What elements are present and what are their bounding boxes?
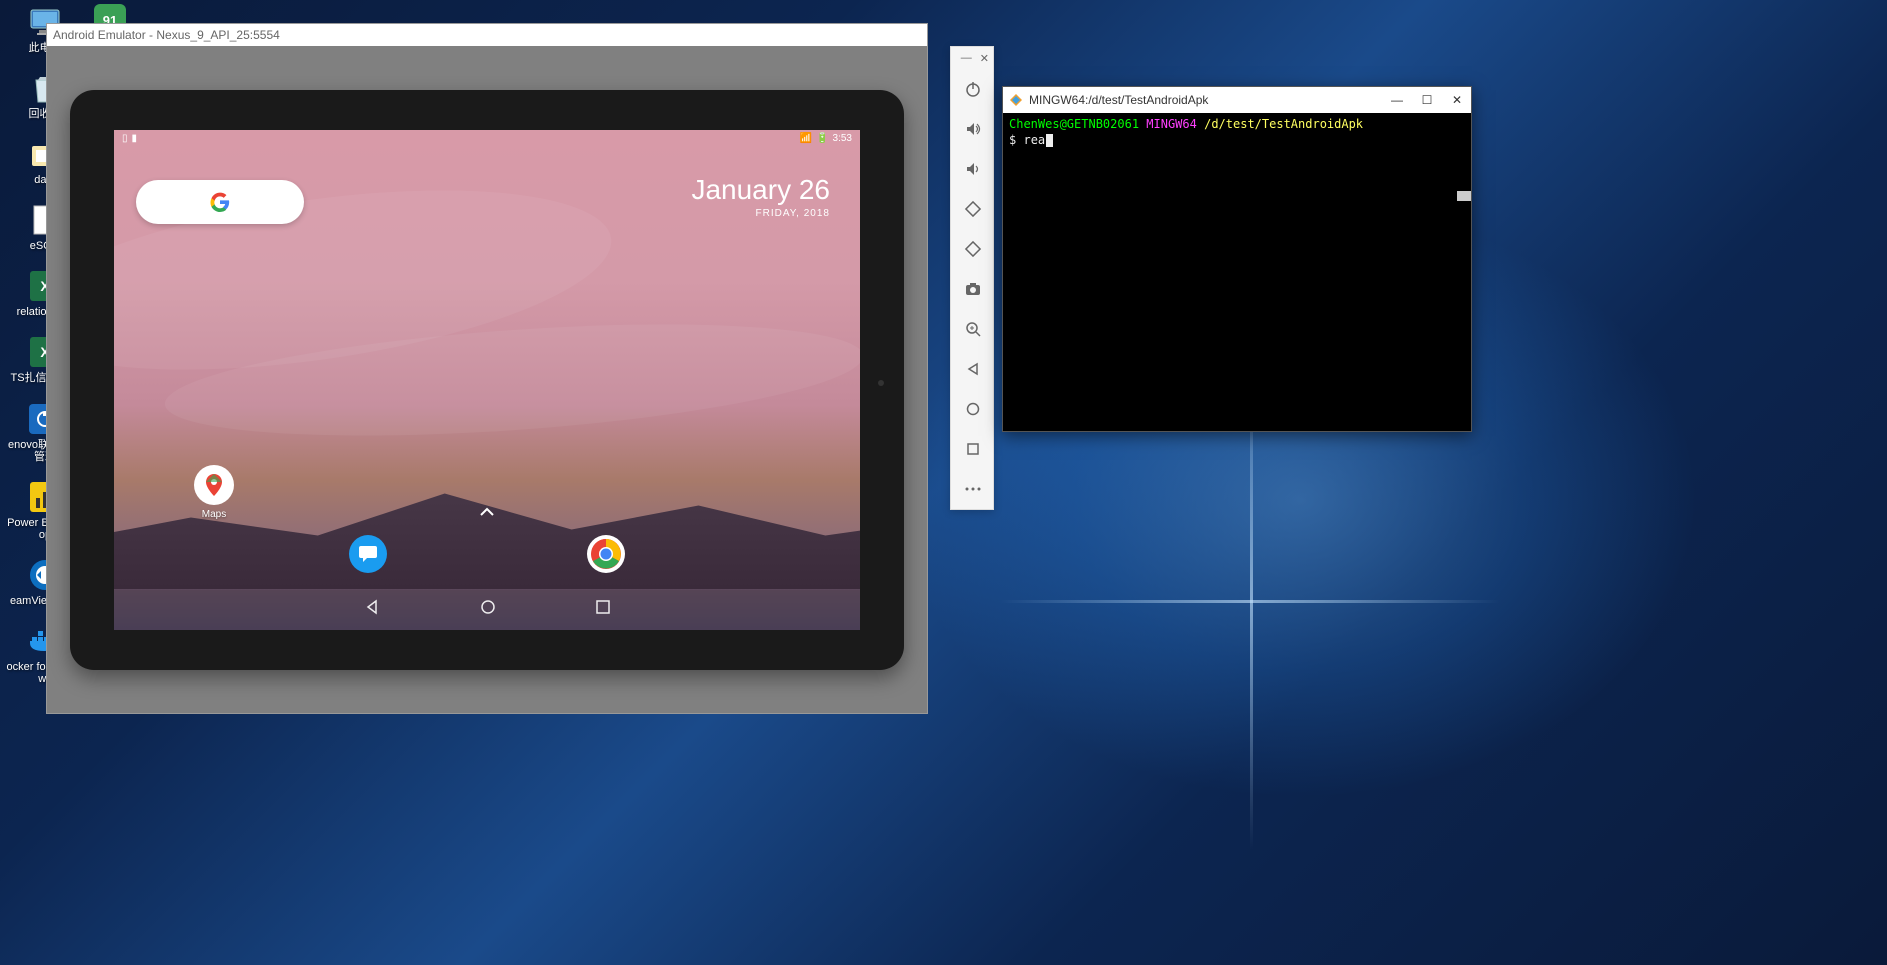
toolbar-recents-button[interactable] [951,429,995,469]
terminal-close-button[interactable]: ✕ [1449,93,1465,107]
toolbar-minimize-button[interactable]: — [961,52,972,64]
toolbar-rotate-right-button[interactable] [951,229,995,269]
terminal-cursor-icon [1046,134,1053,147]
nav-home-button[interactable] [480,599,496,620]
terminal-titlebar[interactable]: MINGW64:/d/test/TestAndroidApk — ☐ ✕ [1003,87,1471,113]
terminal-user: ChenWes@GETNB02061 [1009,117,1139,131]
terminal-scrollbar[interactable] [1457,191,1471,201]
dock-app-chrome[interactable] [587,535,625,573]
toolbar-volume-down-button[interactable] [951,149,995,189]
tablet-screen[interactable]: ▯ ▮ 📶 🔋 3:53 January 26 FRIDAY, 2018 [114,130,860,630]
toolbar-power-button[interactable] [951,69,995,109]
toolbar-zoom-button[interactable] [951,309,995,349]
emulator-window-title[interactable]: Android Emulator - Nexus_9_API_25:5554 [47,24,927,46]
homescreen-date-widget[interactable]: January 26 FRIDAY, 2018 [691,174,830,219]
dock-arrow-up-icon[interactable] [479,504,495,522]
status-time: 3:53 [833,133,852,144]
google-search-pill[interactable] [136,180,304,224]
toolbar-volume-up-button[interactable] [951,109,995,149]
terminal-line: ChenWes@GETNB02061 MINGW64 /d/test/TestA… [1009,117,1465,133]
battery-icon: 🔋 [816,133,828,144]
date-sub: FRIDAY, 2018 [691,208,830,219]
emulator-window: Android Emulator - Nexus_9_API_25:5554 ▯… [46,23,928,714]
toolbar-screenshot-button[interactable] [951,269,995,309]
terminal-line: $ rea [1009,133,1465,149]
app-icon-maps[interactable]: Maps [194,465,234,520]
dock-app-messages[interactable] [349,535,387,573]
terminal-mingw: MINGW64 [1146,117,1197,131]
app-label: Maps [202,509,226,520]
google-logo-icon [210,192,230,212]
date-main: January 26 [691,174,830,206]
sim-icon: ▯ [122,133,128,144]
signal-icon: 📶 [800,133,812,144]
terminal-prompt: $ [1009,133,1016,147]
terminal-minimize-button[interactable]: — [1389,93,1405,107]
tablet-camera-icon [878,380,884,386]
mingw-icon [1009,93,1023,107]
homescreen-dock [114,530,860,578]
nav-recents-button[interactable] [596,600,610,619]
tablet-frame: ▯ ▮ 📶 🔋 3:53 January 26 FRIDAY, 2018 [70,90,904,670]
maps-icon [194,465,234,505]
android-navbar [114,590,860,630]
terminal-window: MINGW64:/d/test/TestAndroidApk — ☐ ✕ Che… [1002,86,1472,432]
toolbar-more-button[interactable] [951,469,995,509]
terminal-title: MINGW64:/d/test/TestAndroidApk [1029,93,1389,107]
toolbar-back-button[interactable] [951,349,995,389]
android-status-bar[interactable]: ▯ ▮ 📶 🔋 3:53 [114,130,860,148]
emulator-toolbar: — ✕ [950,46,994,510]
toolbar-close-button[interactable]: ✕ [980,52,989,65]
chrome-icon [589,537,623,571]
messages-icon [357,544,379,564]
nav-back-button[interactable] [364,599,380,620]
toolbar-rotate-left-button[interactable] [951,189,995,229]
terminal-path: /d/test/TestAndroidApk [1204,117,1363,131]
toolbar-home-button[interactable] [951,389,995,429]
sim-icon: ▮ [132,133,138,144]
terminal-maximize-button[interactable]: ☐ [1419,93,1435,107]
terminal-command: rea [1023,133,1045,147]
terminal-body[interactable]: ChenWes@GETNB02061 MINGW64 /d/test/TestA… [1003,113,1471,152]
